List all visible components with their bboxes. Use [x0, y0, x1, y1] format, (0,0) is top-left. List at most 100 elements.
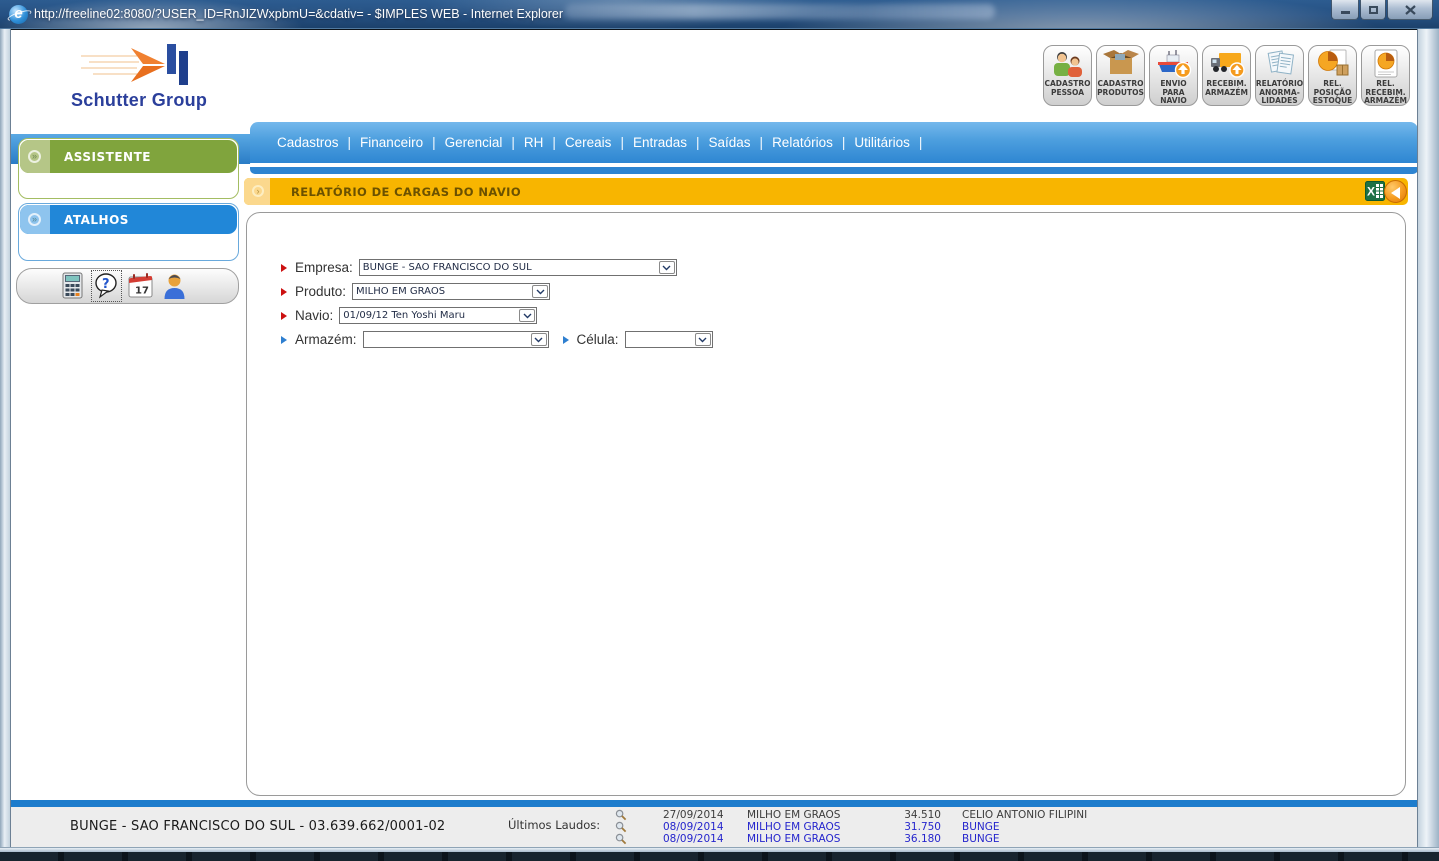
laudo-name: BUNGE: [962, 821, 1000, 833]
window-border-bottom: [0, 847, 1439, 852]
magnifier-icon[interactable]: [615, 809, 627, 821]
menu-item-cadastros[interactable]: Cadastros: [269, 135, 347, 150]
schutter-group-logo: Schutter Group: [59, 42, 229, 114]
window-border-right: [1417, 29, 1439, 849]
toolbar-button-recebim-armazem[interactable]: RECEBIM. ARMAZÉM: [1202, 45, 1251, 106]
celula-select[interactable]: [625, 331, 713, 348]
close-button[interactable]: [1387, 0, 1433, 20]
menu-separator: |: [842, 135, 846, 150]
chevron-badge-icon: ›: [252, 185, 264, 197]
laudo-product: MILHO EM GRAOS: [747, 821, 840, 833]
form-row-armazem-celula: Armazém: Célula:: [281, 331, 713, 348]
restore-icon: [1369, 6, 1378, 14]
optional-arrow-icon: [281, 336, 287, 344]
calculator-icon[interactable]: [59, 272, 86, 300]
armazem-label: Armazém:: [295, 332, 357, 347]
pie-report-icon: [1367, 49, 1405, 79]
laudo-date: 27/09/2014: [663, 809, 724, 821]
assistente-header[interactable]: » ASSISTENTE: [20, 140, 237, 173]
menu-item-entradas[interactable]: Entradas: [625, 135, 695, 150]
menu-item-rh[interactable]: RH: [516, 135, 552, 150]
screen: e http://freeline02:8080/?USER_ID=RnJIZW…: [0, 0, 1439, 861]
documents-icon: [1261, 49, 1299, 79]
pie-stock-icon: [1314, 49, 1352, 79]
toolbar-button-cadastro-pessoa[interactable]: CADASTRO PESSOA: [1043, 45, 1092, 106]
toolbar-button-rel-posicao-estoque[interactable]: REL. POSIÇÃO ESTOQUE: [1308, 45, 1357, 106]
internet-explorer-icon: e: [9, 5, 28, 24]
user-icon[interactable]: [161, 272, 188, 300]
empresa-label: Empresa:: [295, 260, 353, 275]
assistente-panel: » ASSISTENTE: [18, 138, 239, 199]
menu-item-cereais[interactable]: Cereais: [557, 135, 620, 150]
laudos-label: Últimos Laudos:: [508, 818, 600, 832]
ship-upload-icon: [1155, 49, 1193, 79]
menu-separator: |: [620, 135, 624, 150]
page-content: Schutter Group CADASTRO PESSOA: [11, 30, 1417, 847]
menu-item-utilitarios[interactable]: Utilitários: [846, 135, 918, 150]
navio-value: 01/09/12 Ten Yoshi Maru: [343, 310, 465, 321]
report-filter-panel: Empresa: BUNGE - SAO FRANCISCO DO SUL Pr…: [246, 212, 1406, 796]
svg-text:17: 17: [135, 286, 149, 297]
restore-button[interactable]: [1360, 0, 1386, 20]
svg-text:?: ?: [102, 277, 110, 292]
title-bar[interactable]: e http://freeline02:8080/?USER_ID=RnJIZW…: [0, 0, 1439, 29]
chevron-down-icon: [519, 309, 535, 322]
chevron-down-icon: [531, 333, 547, 346]
footer-accent-strip: [11, 800, 1417, 807]
window-title: http://freeline02:8080/?USER_ID=RnJIZWxp…: [34, 0, 563, 29]
menu-item-financeiro[interactable]: Financeiro: [352, 135, 431, 150]
toolbar-button-rel-recebim-armazem[interactable]: REL. RECEBIM. ARMAZÉM: [1361, 45, 1410, 106]
atalhos-label: ATALHOS: [64, 213, 129, 227]
produto-select[interactable]: MILHO EM GRAOS: [352, 283, 550, 300]
atalhos-panel: » ATALHOS: [18, 203, 239, 261]
help-icon[interactable]: ?: [93, 272, 120, 300]
logo-text: Schutter Group: [71, 90, 207, 111]
navio-select[interactable]: 01/09/12 Ten Yoshi Maru: [339, 307, 537, 324]
calendar-icon[interactable]: 17: [127, 272, 154, 300]
people-icon: [1049, 49, 1087, 79]
menu-separator: |: [348, 135, 352, 150]
required-arrow-icon: [281, 288, 287, 296]
menu-item-relatorios[interactable]: Relatórios: [764, 135, 841, 150]
laudo-date: 08/09/2014: [663, 833, 724, 845]
chevron-down-icon: [532, 285, 548, 298]
menu-separator: |: [696, 135, 700, 150]
browser-window: e http://freeline02:8080/?USER_ID=RnJIZW…: [0, 0, 1439, 852]
menu-separator: |: [511, 135, 515, 150]
status-footer: BUNGE - SAO FRANCISCO DO SUL - 03.639.66…: [11, 807, 1417, 847]
export-excel-icon[interactable]: X: [1365, 181, 1385, 201]
produto-value: MILHO EM GRAOS: [356, 286, 445, 297]
laudo-value: 36.180: [894, 833, 941, 845]
page-title-bar: › RELATÓRIO DE CARGAS DO NAVIO X: [244, 178, 1408, 205]
empresa-value: BUNGE - SAO FRANCISCO DO SUL: [363, 262, 532, 273]
empresa-select[interactable]: BUNGE - SAO FRANCISCO DO SUL: [359, 259, 677, 276]
logo-mark-icon: [59, 42, 229, 88]
page-title-tab: ›: [244, 178, 270, 205]
minimize-icon: [1341, 11, 1350, 14]
laudo-value: 31.750: [894, 821, 941, 833]
atalhos-header[interactable]: » ATALHOS: [20, 205, 237, 234]
menu-separator: |: [919, 135, 923, 150]
laudo-name: BUNGE: [962, 833, 1000, 845]
laudo-product: MILHO EM GRAOS: [747, 809, 840, 821]
back-button[interactable]: [1384, 180, 1407, 203]
menu-separator: |: [760, 135, 764, 150]
magnifier-icon[interactable]: [615, 821, 627, 833]
toolbar-button-relatorio-anormalidades[interactable]: RELATÓRIO ANORMA- LIDADES: [1255, 45, 1304, 106]
close-icon: [1405, 5, 1416, 15]
form-row-navio: Navio: 01/09/12 Ten Yoshi Maru: [281, 307, 537, 324]
armazem-select[interactable]: [363, 331, 549, 348]
menu-item-saidas[interactable]: Saídas: [701, 135, 759, 150]
main-menu: Cadastros| Financeiro| Gerencial| RH| Ce…: [250, 122, 1417, 165]
toolbar-button-envio-para-navio[interactable]: ENVIO PARA NAVIO: [1149, 45, 1198, 106]
magnifier-icon[interactable]: [615, 833, 627, 845]
minimize-button[interactable]: [1331, 0, 1359, 20]
laudo-name: CELIO ANTONIO FILIPINI: [962, 809, 1087, 821]
company-name: BUNGE - SAO FRANCISCO DO SUL - 03.639.66…: [70, 819, 445, 834]
required-arrow-icon: [281, 264, 287, 272]
back-arrow-icon: [1391, 187, 1400, 199]
toolbar-button-cadastro-produtos[interactable]: CADASTRO PRODUTOS: [1096, 45, 1145, 106]
celula-label: Célula:: [577, 332, 619, 347]
form-row-produto: Produto: MILHO EM GRAOS: [281, 283, 550, 300]
menu-item-gerencial[interactable]: Gerencial: [437, 135, 511, 150]
